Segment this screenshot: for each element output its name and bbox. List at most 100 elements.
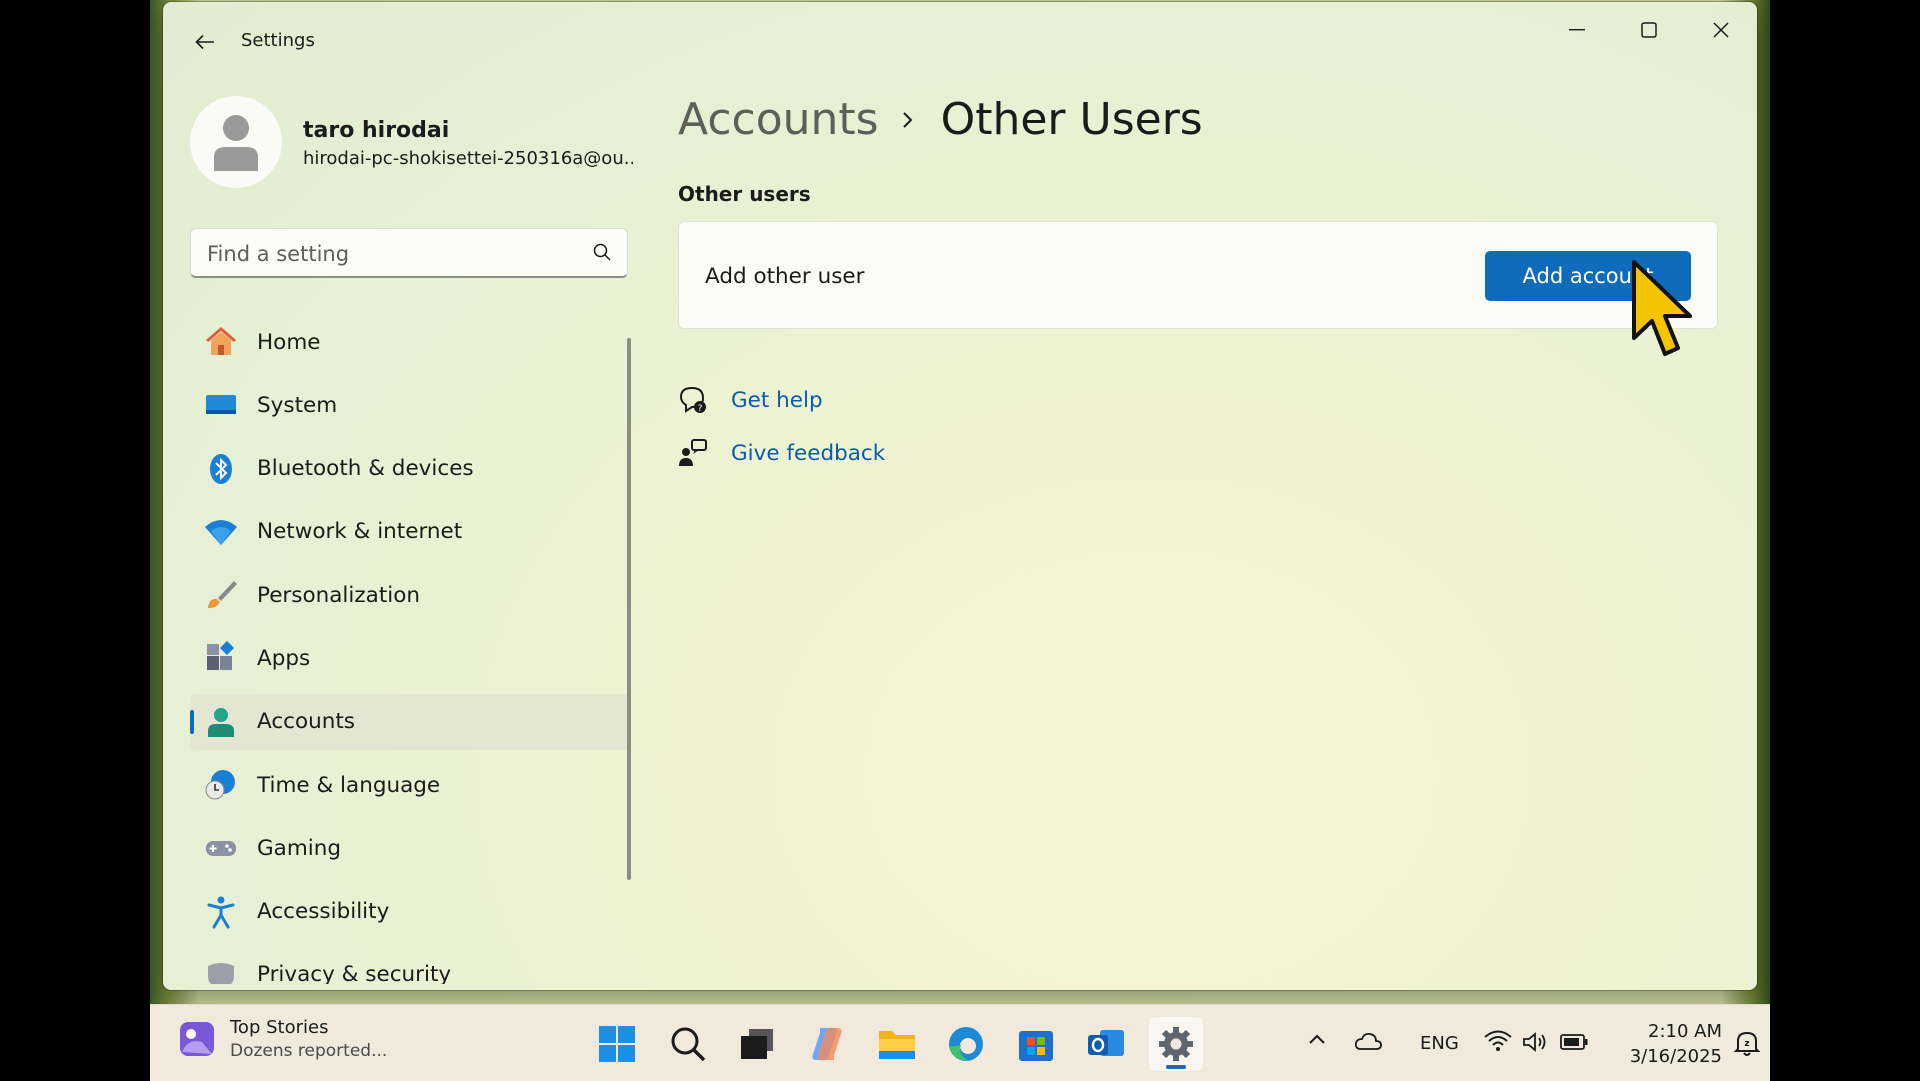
sidebar-item-accounts[interactable]: Accounts bbox=[190, 693, 630, 750]
taskbar: Top Stories Dozens reported... ENG 2:10 … bbox=[150, 1004, 1770, 1081]
apps-icon bbox=[204, 641, 238, 675]
app-title: Settings bbox=[241, 30, 315, 51]
close-button[interactable] bbox=[1691, 10, 1751, 50]
get-help-label: Get help bbox=[731, 387, 823, 413]
sidebar-item-network[interactable]: Network & internet bbox=[190, 504, 630, 560]
maximize-button[interactable] bbox=[1619, 10, 1679, 50]
give-feedback-link[interactable]: Give feedback bbox=[678, 438, 885, 468]
sidebar-item-label: Privacy & security bbox=[257, 962, 452, 984]
show-hidden-icons-button[interactable] bbox=[1308, 1033, 1326, 1045]
onedrive-cloud-icon bbox=[1354, 1032, 1382, 1050]
widget-title: Top Stories bbox=[230, 1017, 329, 1038]
add-other-user-card: Add other user Add account bbox=[678, 221, 1718, 329]
clock-time: 2:10 AM bbox=[1648, 1021, 1722, 1042]
back-arrow-icon bbox=[195, 34, 214, 50]
settings-window: Settings taro hirodai hirodai-pc-shokise… bbox=[163, 2, 1757, 990]
user-name: taro hirodai bbox=[303, 118, 450, 143]
network-icon bbox=[204, 515, 238, 549]
news-widget[interactable]: Top Stories Dozens reported... bbox=[178, 1017, 387, 1061]
sidebar-item-apps[interactable]: Apps bbox=[190, 630, 630, 686]
minimize-button[interactable] bbox=[1547, 10, 1607, 50]
section-title: Other users bbox=[678, 182, 811, 206]
sidebar-item-personalization[interactable]: Personalization bbox=[190, 567, 630, 623]
sidebar-item-label: Bluetooth & devices bbox=[257, 456, 474, 482]
accounts-icon bbox=[204, 705, 238, 739]
back-button[interactable] bbox=[185, 24, 225, 60]
gaming-icon bbox=[204, 831, 238, 865]
sidebar-item-time-language[interactable]: Time & language bbox=[190, 757, 630, 813]
sidebar-item-system[interactable]: System bbox=[190, 377, 630, 433]
windows-start-icon bbox=[599, 1026, 635, 1062]
sidebar-item-gaming[interactable]: Gaming bbox=[190, 820, 630, 876]
close-icon bbox=[1713, 22, 1729, 38]
taskbar-edge-button[interactable] bbox=[939, 1017, 993, 1071]
sidebar-scrollbar[interactable] bbox=[627, 338, 631, 880]
give-feedback-label: Give feedback bbox=[731, 440, 886, 466]
get-help-link[interactable]: ? Get help bbox=[678, 385, 823, 415]
speaker-volume-icon bbox=[1523, 1032, 1546, 1052]
search-icon bbox=[671, 1027, 706, 1062]
sidebar-item-label: Network & internet bbox=[257, 519, 463, 545]
minimize-icon bbox=[1569, 29, 1585, 31]
sidebar-nav: Home System Bluetooth & devices Network … bbox=[190, 314, 630, 984]
sidebar-item-label: Accessibility bbox=[257, 899, 390, 925]
system-icon bbox=[204, 388, 238, 422]
notifications-button[interactable]: z bbox=[1734, 1029, 1760, 1057]
copilot-icon bbox=[812, 1027, 842, 1061]
search-input[interactable] bbox=[205, 237, 579, 271]
taskbar-store-button[interactable] bbox=[1009, 1017, 1063, 1071]
sidebar-item-label: Accounts bbox=[257, 709, 356, 735]
chevron-up-icon bbox=[1309, 1034, 1325, 1044]
card-label: Add other user bbox=[705, 264, 865, 289]
file-explorer-icon bbox=[879, 1031, 915, 1059]
get-help-icon: ? bbox=[678, 385, 708, 415]
taskbar-settings-button[interactable] bbox=[1149, 1017, 1203, 1071]
give-feedback-icon bbox=[678, 438, 708, 468]
input-language-indicator[interactable]: ENG bbox=[1420, 1033, 1459, 1054]
task-view-icon bbox=[741, 1029, 773, 1059]
search-icon[interactable] bbox=[593, 243, 611, 261]
search-box[interactable] bbox=[190, 228, 628, 278]
taskbar-task-view-button[interactable] bbox=[730, 1017, 784, 1071]
svg-text:?: ? bbox=[698, 404, 703, 414]
microsoft-store-icon bbox=[1019, 1031, 1053, 1061]
taskbar-outlook-button[interactable] bbox=[1079, 1017, 1133, 1071]
breadcrumb-parent[interactable]: Accounts bbox=[678, 94, 879, 145]
settings-gear-icon bbox=[1159, 1027, 1193, 1061]
user-email: hirodai-pc-shokisettei-250316a@ou... bbox=[303, 148, 633, 169]
chevron-right-icon bbox=[901, 110, 915, 130]
title-bar: Settings bbox=[163, 2, 1757, 80]
add-account-button[interactable]: Add account bbox=[1485, 251, 1691, 301]
taskbar-start-button[interactable] bbox=[590, 1017, 644, 1071]
sidebar-item-label: Home bbox=[257, 329, 321, 355]
battery-button[interactable] bbox=[1560, 1034, 1588, 1050]
taskbar-copilot-button[interactable] bbox=[800, 1017, 854, 1071]
sidebar-item-label: System bbox=[257, 392, 338, 418]
wifi-icon bbox=[1484, 1030, 1512, 1051]
sidebar-item-label: Time & language bbox=[257, 772, 441, 798]
svg-text:z: z bbox=[1744, 1039, 1749, 1049]
onedrive-button[interactable] bbox=[1354, 1031, 1382, 1051]
taskbar-clock[interactable]: 2:10 AM 3/16/2025 bbox=[1612, 1019, 1722, 1069]
taskbar-search-button[interactable] bbox=[661, 1017, 715, 1071]
sidebar-item-accessibility[interactable]: Accessibility bbox=[190, 884, 630, 940]
sidebar-item-bluetooth[interactable]: Bluetooth & devices bbox=[190, 441, 630, 497]
avatar[interactable] bbox=[190, 96, 282, 188]
page-title: Other Users bbox=[940, 94, 1203, 145]
sidebar-item-privacy-security[interactable]: Privacy & security bbox=[190, 947, 630, 984]
taskbar-file-explorer-button[interactable] bbox=[870, 1017, 924, 1071]
edge-browser-icon bbox=[949, 1027, 983, 1061]
maximize-icon bbox=[1641, 22, 1657, 38]
sidebar-item-label: Apps bbox=[257, 645, 311, 671]
home-icon bbox=[204, 325, 238, 359]
battery-icon bbox=[1560, 1034, 1588, 1050]
bluetooth-icon bbox=[204, 452, 238, 486]
personalization-brush-icon bbox=[204, 578, 238, 612]
network-status-button[interactable] bbox=[1484, 1029, 1512, 1053]
volume-button[interactable] bbox=[1522, 1031, 1548, 1053]
accessibility-icon bbox=[204, 895, 238, 929]
news-widget-icon bbox=[180, 1022, 214, 1056]
outlook-icon bbox=[1088, 1030, 1124, 1056]
privacy-shield-icon bbox=[204, 958, 238, 984]
sidebar-item-home[interactable]: Home bbox=[190, 314, 630, 370]
